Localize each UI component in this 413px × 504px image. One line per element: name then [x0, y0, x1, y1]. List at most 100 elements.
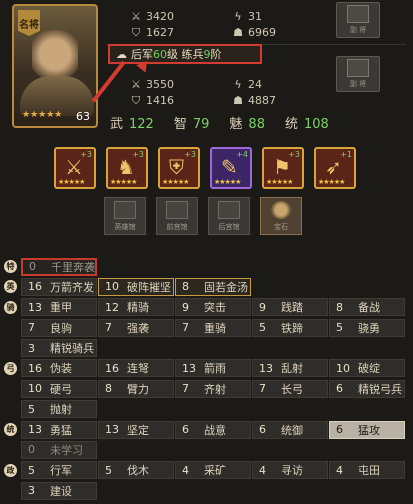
upper-attack-value: 3420 — [146, 10, 174, 23]
category-hero-badge: 英 — [4, 280, 17, 294]
lower-attack-value: 3550 — [146, 78, 174, 91]
skill-cell[interactable]: 13 乱射 — [252, 359, 328, 378]
skill-cell[interactable]: 16 连弩 — [98, 359, 174, 378]
army-level: 60 — [153, 47, 167, 61]
skill-row-archer-2: 10 硬弓 8 臂力 7 齐射 7 长弓 6 精锐弓兵 — [4, 379, 413, 398]
skill-cell[interactable]: 13 坚定 — [98, 420, 174, 439]
shield-icon: ⛉ — [131, 93, 141, 107]
skill-cell[interactable]: 0 千里奔袭 — [21, 257, 97, 276]
category-lead-badge: 统 — [4, 423, 17, 437]
skill-cell[interactable]: 3 精锐骑兵 — [21, 339, 97, 358]
army-icon: ☁ — [116, 47, 127, 61]
attributes-row: 武 122 智 79 魅 88 统 108 — [110, 113, 410, 132]
equip-slot-banner[interactable]: ⚑ +3 ★★★★★ — [262, 147, 304, 189]
lower-force-stat: ϟ 24 — [232, 78, 262, 91]
sword-icon: ⚔ — [131, 77, 141, 91]
skill-cell[interactable]: 4 屯田 — [329, 461, 405, 480]
upper-attack-stat: ⚔ 3420 — [130, 10, 174, 23]
armor-icon: ⛨ — [169, 155, 184, 179]
skill-row-cavalry-3: 3 精锐骑兵 — [4, 339, 413, 358]
lower-attack-stat: ⚔ 3550 — [130, 78, 174, 91]
slot-gem[interactable]: 宝石 — [260, 197, 302, 235]
skill-table: 特 0 千里奔袭 英 16 万箭齐发 10 破阵摧坚 8 固若金汤 骑 13 重甲 12 精… — [4, 257, 413, 502]
equip-slot-bow[interactable]: ➶ +1 ★★★★★ — [314, 147, 356, 189]
skill-cell[interactable]: 8 臂力 — [98, 379, 174, 398]
equip-slot-armor[interactable]: ⛨ +3 ★★★★★ — [158, 147, 200, 189]
helmet-icon: ☗ — [233, 25, 243, 39]
category-gov-badge: 政 — [4, 463, 17, 477]
skill-row-archer-3: 5 抛射 — [4, 400, 413, 419]
upper-deputy-slot[interactable]: 副 将 — [336, 2, 380, 38]
skill-cell[interactable]: 8 固若金汤 — [175, 277, 251, 296]
skill-cell[interactable]: 6 统御 — [252, 420, 328, 439]
skill-cell-selected[interactable]: 6 猛攻 — [329, 420, 405, 439]
slot-hero-hall[interactable]: 英雄馆 — [104, 197, 146, 235]
upper-force-stat: ϟ 31 — [232, 10, 262, 23]
sword-icon: ⚔ — [131, 9, 141, 23]
skill-cell[interactable]: 8 备战 — [329, 298, 405, 317]
attr-leadership: 统 108 — [284, 117, 329, 132]
upper-troops-stat: ☗ 6969 — [232, 26, 276, 39]
skill-cell[interactable]: 9 突击 — [175, 298, 251, 317]
skill-cell[interactable]: 9 践踏 — [252, 298, 328, 317]
skill-cell[interactable]: 7 齐射 — [175, 379, 251, 398]
lower-defense-value: 1416 — [146, 94, 174, 107]
lower-force-value: 24 — [248, 78, 262, 91]
hero-rank-badge: 名将 — [18, 10, 40, 36]
skill-cell[interactable]: 3 建设 — [21, 481, 97, 500]
skill-cell[interactable]: 5 抛射 — [21, 400, 97, 419]
skill-cell[interactable]: 6 精锐弓兵 — [329, 379, 405, 398]
skill-cell[interactable]: 7 强袭 — [98, 318, 174, 337]
upper-force-value: 31 — [248, 10, 262, 23]
category-special-badge: 特 — [4, 260, 17, 274]
skill-cell[interactable]: 4 采矿 — [175, 461, 251, 480]
upper-troops-value: 6969 — [248, 26, 276, 39]
equipment-row: ⚔ +3 ★★★★★ ♞ +3 ★★★★★ ⛨ +3 ★★★★★ ✎ +4 ★★… — [54, 147, 356, 189]
hero-level: 63 — [76, 110, 90, 123]
equip-slot-book[interactable]: ✎ +4 ★★★★★ — [210, 147, 252, 189]
skill-cell[interactable]: 5 伐木 — [98, 461, 174, 480]
upper-defense-stat: ⛉ 1627 — [130, 26, 174, 39]
gem-icon — [270, 201, 292, 219]
skill-cell[interactable]: 13 重甲 — [21, 298, 97, 317]
army-drill-suffix: 阶 — [210, 48, 222, 61]
skill-cell[interactable]: 5 骁勇 — [329, 318, 405, 337]
army-level-suffix: 级 练兵 — [167, 48, 204, 61]
equip-slot-mount[interactable]: ♞ +3 ★★★★★ — [106, 147, 148, 189]
skill-cell[interactable]: 7 长弓 — [252, 379, 328, 398]
skill-cell[interactable]: 16 伪装 — [21, 359, 97, 378]
lower-troops-stat: ☗ 4887 — [232, 94, 276, 107]
skill-row-archer-1: 弓 16 伪装 16 连弩 13 箭雨 13 乱射 10 破绽 — [4, 359, 413, 378]
skill-cell[interactable]: 10 硬弓 — [21, 379, 97, 398]
skill-cell[interactable]: 7 重骑 — [175, 318, 251, 337]
skill-cell[interactable]: 13 勇猛 — [21, 420, 97, 439]
skill-cell[interactable]: 4 寻访 — [252, 461, 328, 480]
skill-cell[interactable]: 13 箭雨 — [175, 359, 251, 378]
skill-cell[interactable]: 10 破阵摧坚 — [98, 277, 174, 296]
skill-row-cavalry-2: 7 良驹 7 强袭 7 重骑 5 铁蹄 5 骁勇 — [4, 318, 413, 337]
skill-row-gov-1: 政 5 行军 5 伐木 4 采矿 4 寻访 4 屯田 — [4, 461, 413, 480]
skill-cell[interactable]: 5 铁蹄 — [252, 318, 328, 337]
skill-cell[interactable]: 5 行军 — [21, 461, 97, 480]
equip-slot-weapon[interactable]: ⚔ +3 ★★★★★ — [54, 147, 96, 189]
skill-cell[interactable]: 7 良驹 — [21, 318, 97, 337]
skill-cell[interactable]: 6 战意 — [175, 420, 251, 439]
skill-cell[interactable]: 12 精骑 — [98, 298, 174, 317]
skill-cell[interactable]: 10 破绽 — [329, 359, 405, 378]
upper-defense-value: 1627 — [146, 26, 174, 39]
attr-intellect: 智 79 — [173, 117, 210, 132]
lightning-icon: ϟ — [234, 9, 242, 23]
accessory-slot-row: 英雄馆 前宫馆 后宫馆 宝石 — [104, 197, 302, 235]
skill-row-lead-1: 统 13 勇猛 13 坚定 6 战意 6 统御 6 猛攻 — [4, 420, 413, 439]
lower-troops-value: 4887 — [248, 94, 276, 107]
empty-slot-icon — [114, 201, 136, 219]
army-level-banner: ☁ 后军 60 级 练兵 9 阶 — [108, 44, 262, 64]
slot-rear-hall[interactable]: 后宫馆 — [208, 197, 250, 235]
skill-cell[interactable]: 0 未学习 — [21, 440, 97, 459]
shield-icon: ⛉ — [131, 25, 141, 39]
slot-front-hall[interactable]: 前宫馆 — [156, 197, 198, 235]
hero-portrait[interactable]: 名将 ★★★★★ 63 — [12, 4, 98, 128]
helmet-icon: ☗ — [233, 93, 243, 107]
lower-deputy-slot[interactable]: 副 将 — [336, 56, 380, 92]
skill-cell[interactable]: 16 万箭齐发 — [21, 277, 97, 296]
